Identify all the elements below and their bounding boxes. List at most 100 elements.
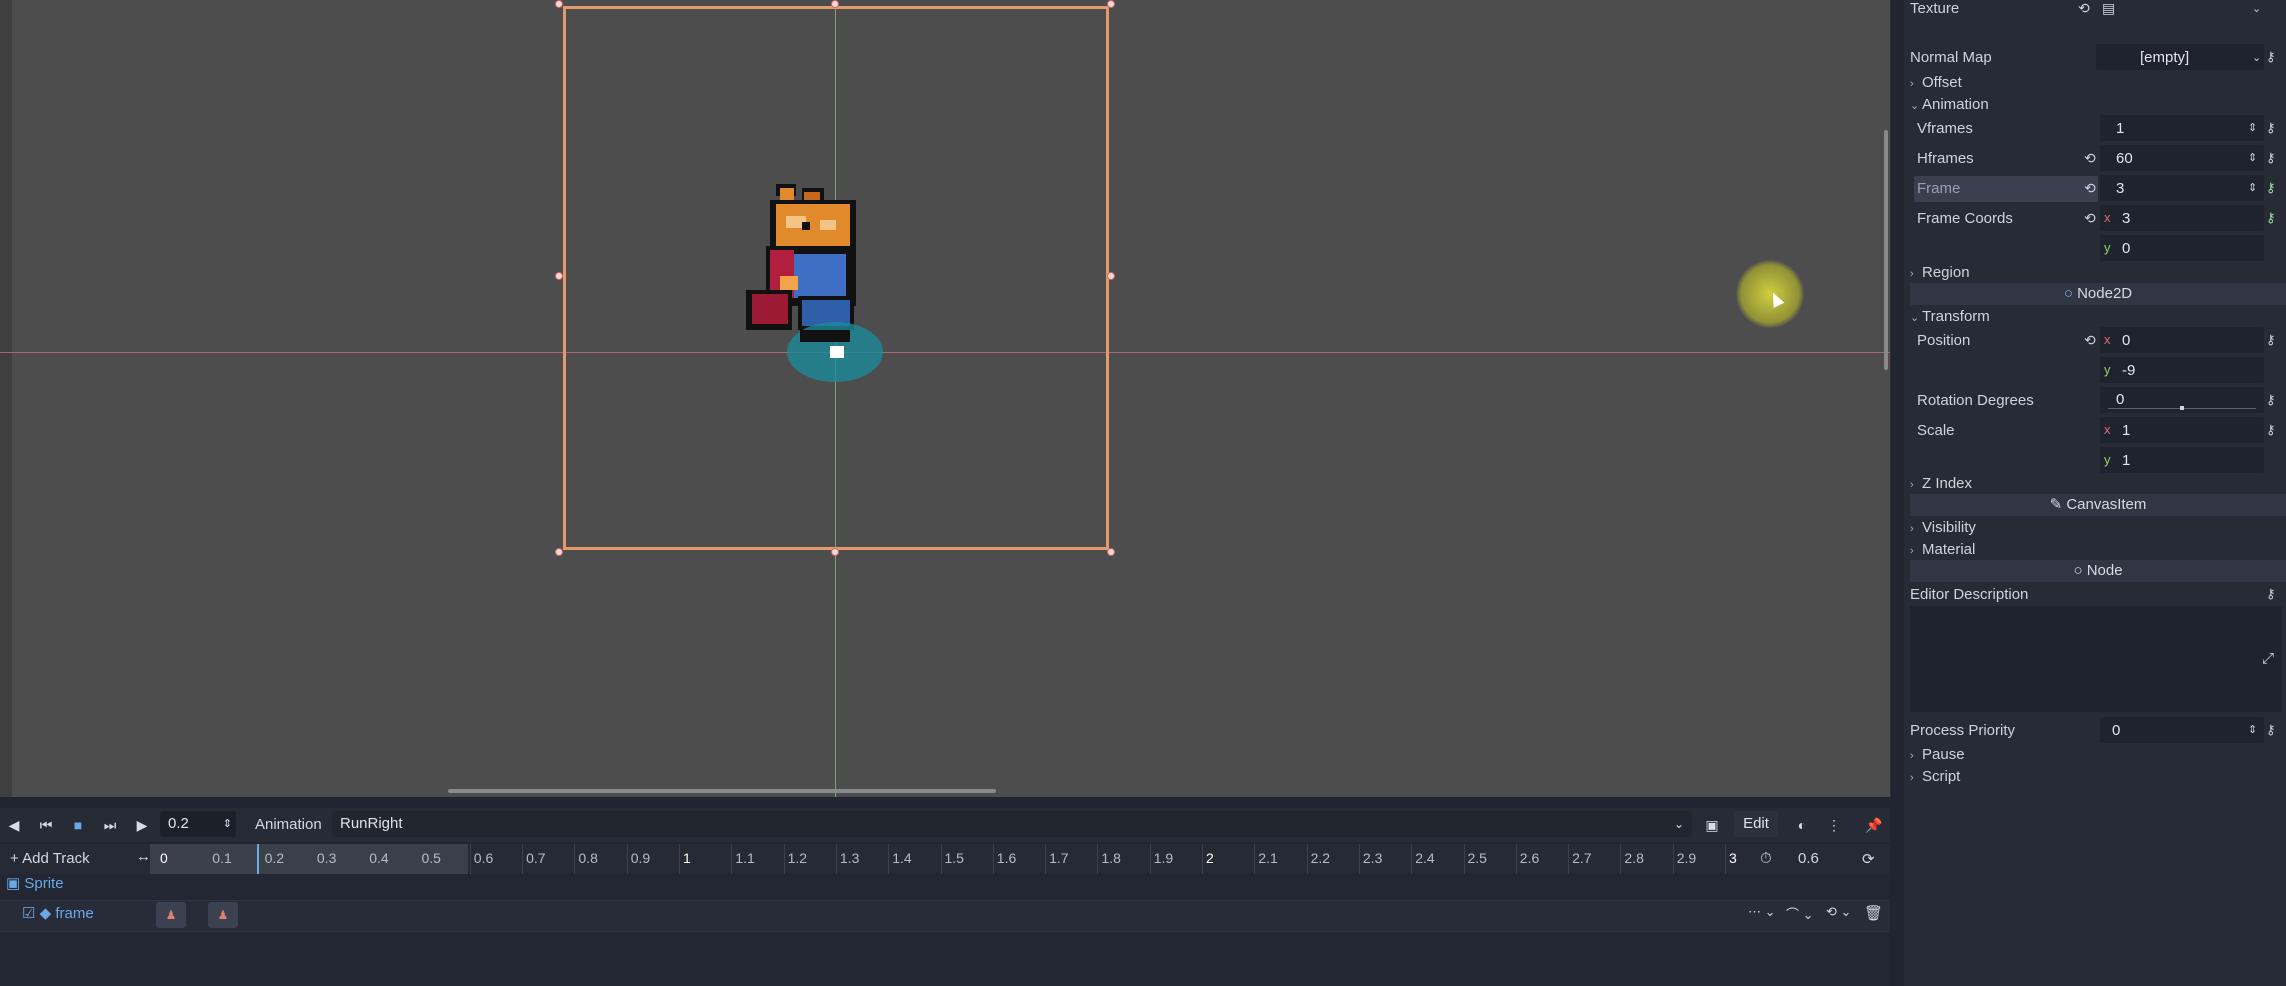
add-track-label: Add Track — [22, 850, 90, 867]
class-band-node: ○ Node — [1910, 560, 2286, 582]
resize-handle-l[interactable] — [555, 272, 563, 280]
rotation-slider-grabber[interactable] — [2180, 406, 2184, 410]
vframes-value: 1 — [2116, 120, 2125, 137]
timeline-tick-line — [1620, 844, 1622, 874]
revert-icon[interactable]: ⟲ — [2084, 150, 2096, 167]
key-icon[interactable]: ⚷ — [2266, 392, 2276, 408]
edit-button[interactable]: Edit — [1734, 811, 1778, 837]
resize-handle-br[interactable] — [1107, 548, 1115, 556]
trash-icon[interactable]: 🗑 — [1864, 904, 1883, 922]
revert-icon[interactable]: ⟲ — [2078, 0, 2090, 17]
key-icon[interactable]: ⚷ — [2266, 586, 2276, 602]
timeline-tick-line — [783, 844, 785, 874]
step-forward-icon[interactable]: ⏭ — [100, 815, 120, 835]
chevron-down-icon[interactable]: ⌄ — [2252, 2, 2261, 15]
track-row-frame[interactable] — [0, 900, 1890, 932]
track-frame[interactable]: ☑ ◆ frame — [22, 904, 94, 922]
timeline-tick-line — [1254, 844, 1256, 874]
loop-wrap-icon[interactable]: ⟲ ⌄ — [1826, 904, 1851, 920]
timeline-tick-label: 0 — [160, 850, 168, 866]
chevron-down-icon[interactable]: ⌄ — [2252, 51, 2261, 64]
editor-description-label: Editor Description — [1910, 586, 2029, 603]
timeline-tick-label: 2.3 — [1362, 850, 1383, 866]
length-icon: ⏱ — [1760, 850, 1772, 867]
spin-icon[interactable]: ⇕ — [223, 811, 232, 837]
horizontal-scrollbar[interactable] — [448, 789, 996, 793]
section-animation[interactable]: ⌄ Animation — [1910, 96, 1989, 113]
spin-icon[interactable]: ⇕ — [2248, 151, 2257, 164]
vframes-label: Vframes — [1917, 120, 1973, 137]
expand-icon[interactable]: ⤢ — [2262, 650, 2274, 667]
sprite-node-icon: ▣ — [6, 875, 21, 892]
resize-handle-tl[interactable] — [555, 0, 563, 8]
spin-icon[interactable]: ⇕ — [2248, 121, 2257, 134]
length-value[interactable]: 0.6 — [1798, 850, 1819, 867]
key-icon[interactable]: ⚷ — [2266, 722, 2276, 738]
section-material[interactable]: › Material — [1910, 541, 1975, 558]
canvas-viewport[interactable] — [0, 0, 1891, 797]
timeline-tick-line — [1202, 844, 1203, 874]
scale-y: 1 — [2122, 452, 2131, 469]
key-icon[interactable]: ⚷ — [2266, 180, 2276, 196]
pin-icon[interactable]: 📌 — [1864, 815, 1884, 835]
spin-icon[interactable]: ⇕ — [2248, 181, 2257, 194]
resize-handle-tr[interactable] — [1107, 0, 1115, 8]
timeline-tick-line — [208, 844, 210, 874]
key-icon[interactable]: ⚷ — [2266, 332, 2276, 348]
resize-handle-t[interactable] — [831, 0, 839, 8]
spin-icon[interactable]: ⇕ — [2248, 723, 2257, 736]
fox-sprite[interactable] — [740, 180, 890, 390]
revert-icon[interactable]: ⟲ — [2084, 180, 2096, 197]
section-offset[interactable]: › Offset — [1910, 74, 1962, 91]
key-icon[interactable]: ⚷ — [2266, 120, 2276, 136]
timeline-tick-line — [626, 844, 628, 874]
timeline-tick-line — [1358, 844, 1360, 874]
step-back-icon[interactable]: ⏮ — [36, 815, 56, 835]
process-priority-field[interactable] — [2100, 717, 2264, 743]
checkbox-icon[interactable]: ☑ — [22, 905, 35, 922]
play-icon[interactable]: ▶ — [132, 815, 152, 835]
section-visibility[interactable]: › Visibility — [1910, 519, 1976, 536]
key-icon[interactable]: ⚷ — [2266, 150, 2276, 166]
play-backward-icon[interactable]: ◀ — [4, 815, 24, 835]
section-z-index[interactable]: › Z Index — [1910, 475, 1972, 492]
resize-handle-bl[interactable] — [555, 548, 563, 556]
time-input[interactable]: 0.2 ⇕ — [160, 811, 236, 837]
timeline-tick-label: 2.4 — [1415, 850, 1435, 866]
timeline-tick-line — [835, 844, 837, 874]
section-pause[interactable]: › Pause — [1910, 746, 1965, 763]
stop-icon[interactable]: ■ — [68, 815, 88, 835]
key-icon[interactable]: ⚷ — [2266, 422, 2276, 438]
timeline-tick-line — [312, 844, 314, 874]
editor-description-textarea[interactable] — [1910, 606, 2282, 712]
section-region[interactable]: › Region — [1910, 264, 1970, 281]
add-track-button[interactable]: + Add Track — [10, 850, 90, 867]
track-group-sprite[interactable]: ▣ Sprite — [6, 874, 64, 892]
node-icon: ○ — [2073, 562, 2083, 579]
zoom-icon[interactable]: ↔ — [136, 848, 151, 865]
vframes-field[interactable] — [2100, 115, 2264, 141]
section-transform[interactable]: ⌄ Transform — [1910, 308, 1990, 325]
vertical-scrollbar[interactable] — [1884, 130, 1888, 370]
menu-icon[interactable]: ⋮ — [1824, 815, 1844, 835]
animation-select[interactable]: RunRight ⌄ — [332, 811, 1692, 837]
revert-icon[interactable]: ⟲ — [2084, 332, 2096, 349]
blend-icon[interactable]: ▣ — [1702, 815, 1722, 835]
loop-icon[interactable]: ⟳ — [1862, 850, 1875, 868]
resize-handle-r[interactable] — [1107, 272, 1115, 280]
timeline-tick-label: 2.6 — [1519, 850, 1540, 866]
interp-mode-icon[interactable]: ⋯ ⌄ — [1748, 904, 1776, 920]
key-icon[interactable]: ⚷ — [2266, 49, 2276, 65]
keyframe[interactable]: ♟ — [156, 902, 186, 928]
revert-icon[interactable]: ⟲ — [2084, 210, 2096, 227]
onion-skin-icon[interactable]: ◐ — [1792, 815, 1812, 835]
node-band-label: Node — [2086, 562, 2123, 579]
resize-handle-b[interactable] — [831, 548, 839, 556]
texture-preview-icon[interactable]: ▤ — [2102, 0, 2115, 17]
keyframe[interactable]: ♟ — [208, 902, 238, 928]
key-icon[interactable]: ⚷ — [2266, 210, 2276, 226]
section-script[interactable]: › Script — [1910, 768, 1960, 785]
section-region-label: Region — [1922, 264, 1970, 281]
frame-field[interactable] — [2100, 175, 2264, 201]
update-mode-icon[interactable]: ⌒ ⌄ — [1786, 904, 1814, 923]
